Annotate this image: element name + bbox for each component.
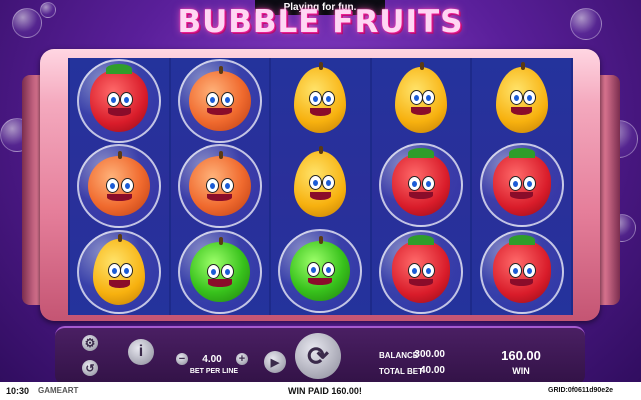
strawberry-icon: [392, 234, 451, 303]
decor-bubble: [570, 8, 602, 40]
clock: 10:30: [6, 386, 30, 396]
peach-orange-symbol: [177, 58, 262, 143]
orange-icon: [93, 234, 146, 306]
lemon-symbol: [482, 60, 562, 140]
info-button[interactable]: i: [128, 339, 154, 365]
decor-bubble: [12, 8, 42, 38]
reel-grid: [68, 58, 573, 315]
balance-value: 300.00: [414, 349, 445, 360]
strawberry-symbol: [77, 58, 162, 143]
strawberry-symbol: [379, 142, 464, 227]
strawberry-symbol: [379, 229, 464, 314]
control-panel: ⚙ ↺ i − 4.00 + BET PER LINE ▶ ⟳ BALANCE …: [55, 326, 585, 385]
win-paid-message: WIN PAID 160.00!: [288, 386, 362, 396]
grid-id: GRID:0f0611d90e2e: [548, 387, 613, 394]
strawberry-symbol: [479, 229, 564, 314]
autoplay-button[interactable]: ▶: [264, 351, 286, 373]
strawberry-icon: [492, 234, 551, 303]
orange-symbol: [77, 230, 162, 315]
decor-bubble: [40, 2, 56, 18]
strawberry-icon: [90, 63, 149, 132]
strawberry-icon: [392, 147, 451, 216]
gear-icon[interactable]: ⚙: [82, 335, 98, 351]
kiwi-symbol: [278, 228, 363, 313]
brand-logo: GAMEART: [38, 386, 79, 395]
peach-orange-symbol: [77, 144, 162, 229]
lemon-icon: [395, 61, 448, 133]
kiwi-icon: [290, 235, 351, 301]
kiwi-icon: [189, 237, 250, 303]
peach-orange-icon: [88, 151, 151, 217]
kiwi-symbol: [177, 230, 262, 315]
win-label: WIN: [512, 366, 530, 376]
bet-plus-button[interactable]: +: [236, 353, 248, 365]
bet-per-line-label: BET PER LINE: [189, 368, 239, 375]
spin-icon: ⟳: [307, 340, 329, 371]
lemon-icon: [294, 62, 347, 134]
strawberry-icon: [492, 147, 551, 216]
reel-column: [271, 58, 370, 315]
lemon-symbol: [280, 144, 360, 224]
peach-orange-icon: [188, 151, 251, 217]
spin-button[interactable]: ⟳: [295, 333, 341, 379]
minus-icon: −: [178, 353, 186, 365]
reel-column: [70, 58, 169, 315]
info-icon: i: [138, 343, 144, 360]
bet-per-line-value: 4.00: [202, 354, 222, 365]
peach-orange-icon: [188, 65, 251, 131]
lemon-symbol: [280, 60, 360, 140]
total-bet-value: 40.00: [419, 365, 445, 376]
reel-column: [371, 58, 471, 315]
lemon-icon: [495, 61, 548, 133]
lemon-symbol: [381, 60, 461, 140]
history-icon[interactable]: ↺: [82, 360, 98, 376]
bet-minus-button[interactable]: −: [176, 353, 188, 365]
reel-column: [472, 58, 571, 315]
plus-icon: +: [238, 353, 246, 365]
reel-column: [170, 58, 270, 315]
lemon-icon: [294, 146, 347, 218]
strawberry-symbol: [479, 142, 564, 227]
footer-bar: 10:30 GAMEART WIN PAID 160.00! GRID:0f06…: [0, 382, 641, 400]
autoplay-icon: ▶: [270, 356, 280, 369]
peach-orange-symbol: [177, 144, 262, 229]
win-amount: 160.00: [501, 348, 541, 363]
game-title: BUBBLE FRUITS: [177, 4, 464, 40]
